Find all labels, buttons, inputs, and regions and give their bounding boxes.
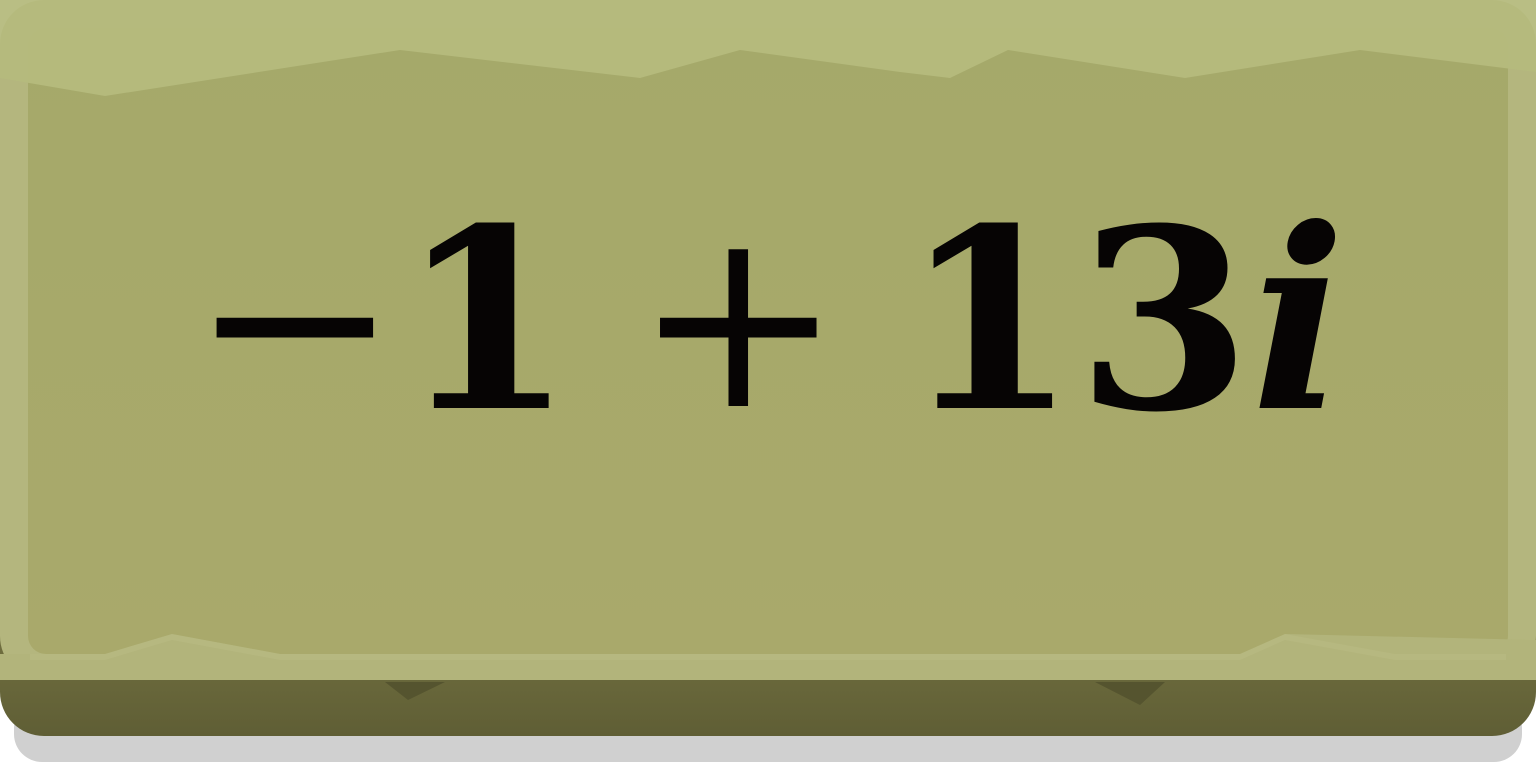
plus-operator: + — [633, 174, 844, 465]
imaginary-unit: i — [1250, 173, 1346, 467]
answer-tile[interactable]: −1 +13 i — [0, 0, 1536, 768]
real-part: 1 — [399, 173, 574, 467]
imaginary-coefficient: 13 — [903, 173, 1251, 467]
minus-sign: − — [190, 174, 400, 465]
complex-number-expression: −1 +13 i — [0, 160, 1536, 480]
